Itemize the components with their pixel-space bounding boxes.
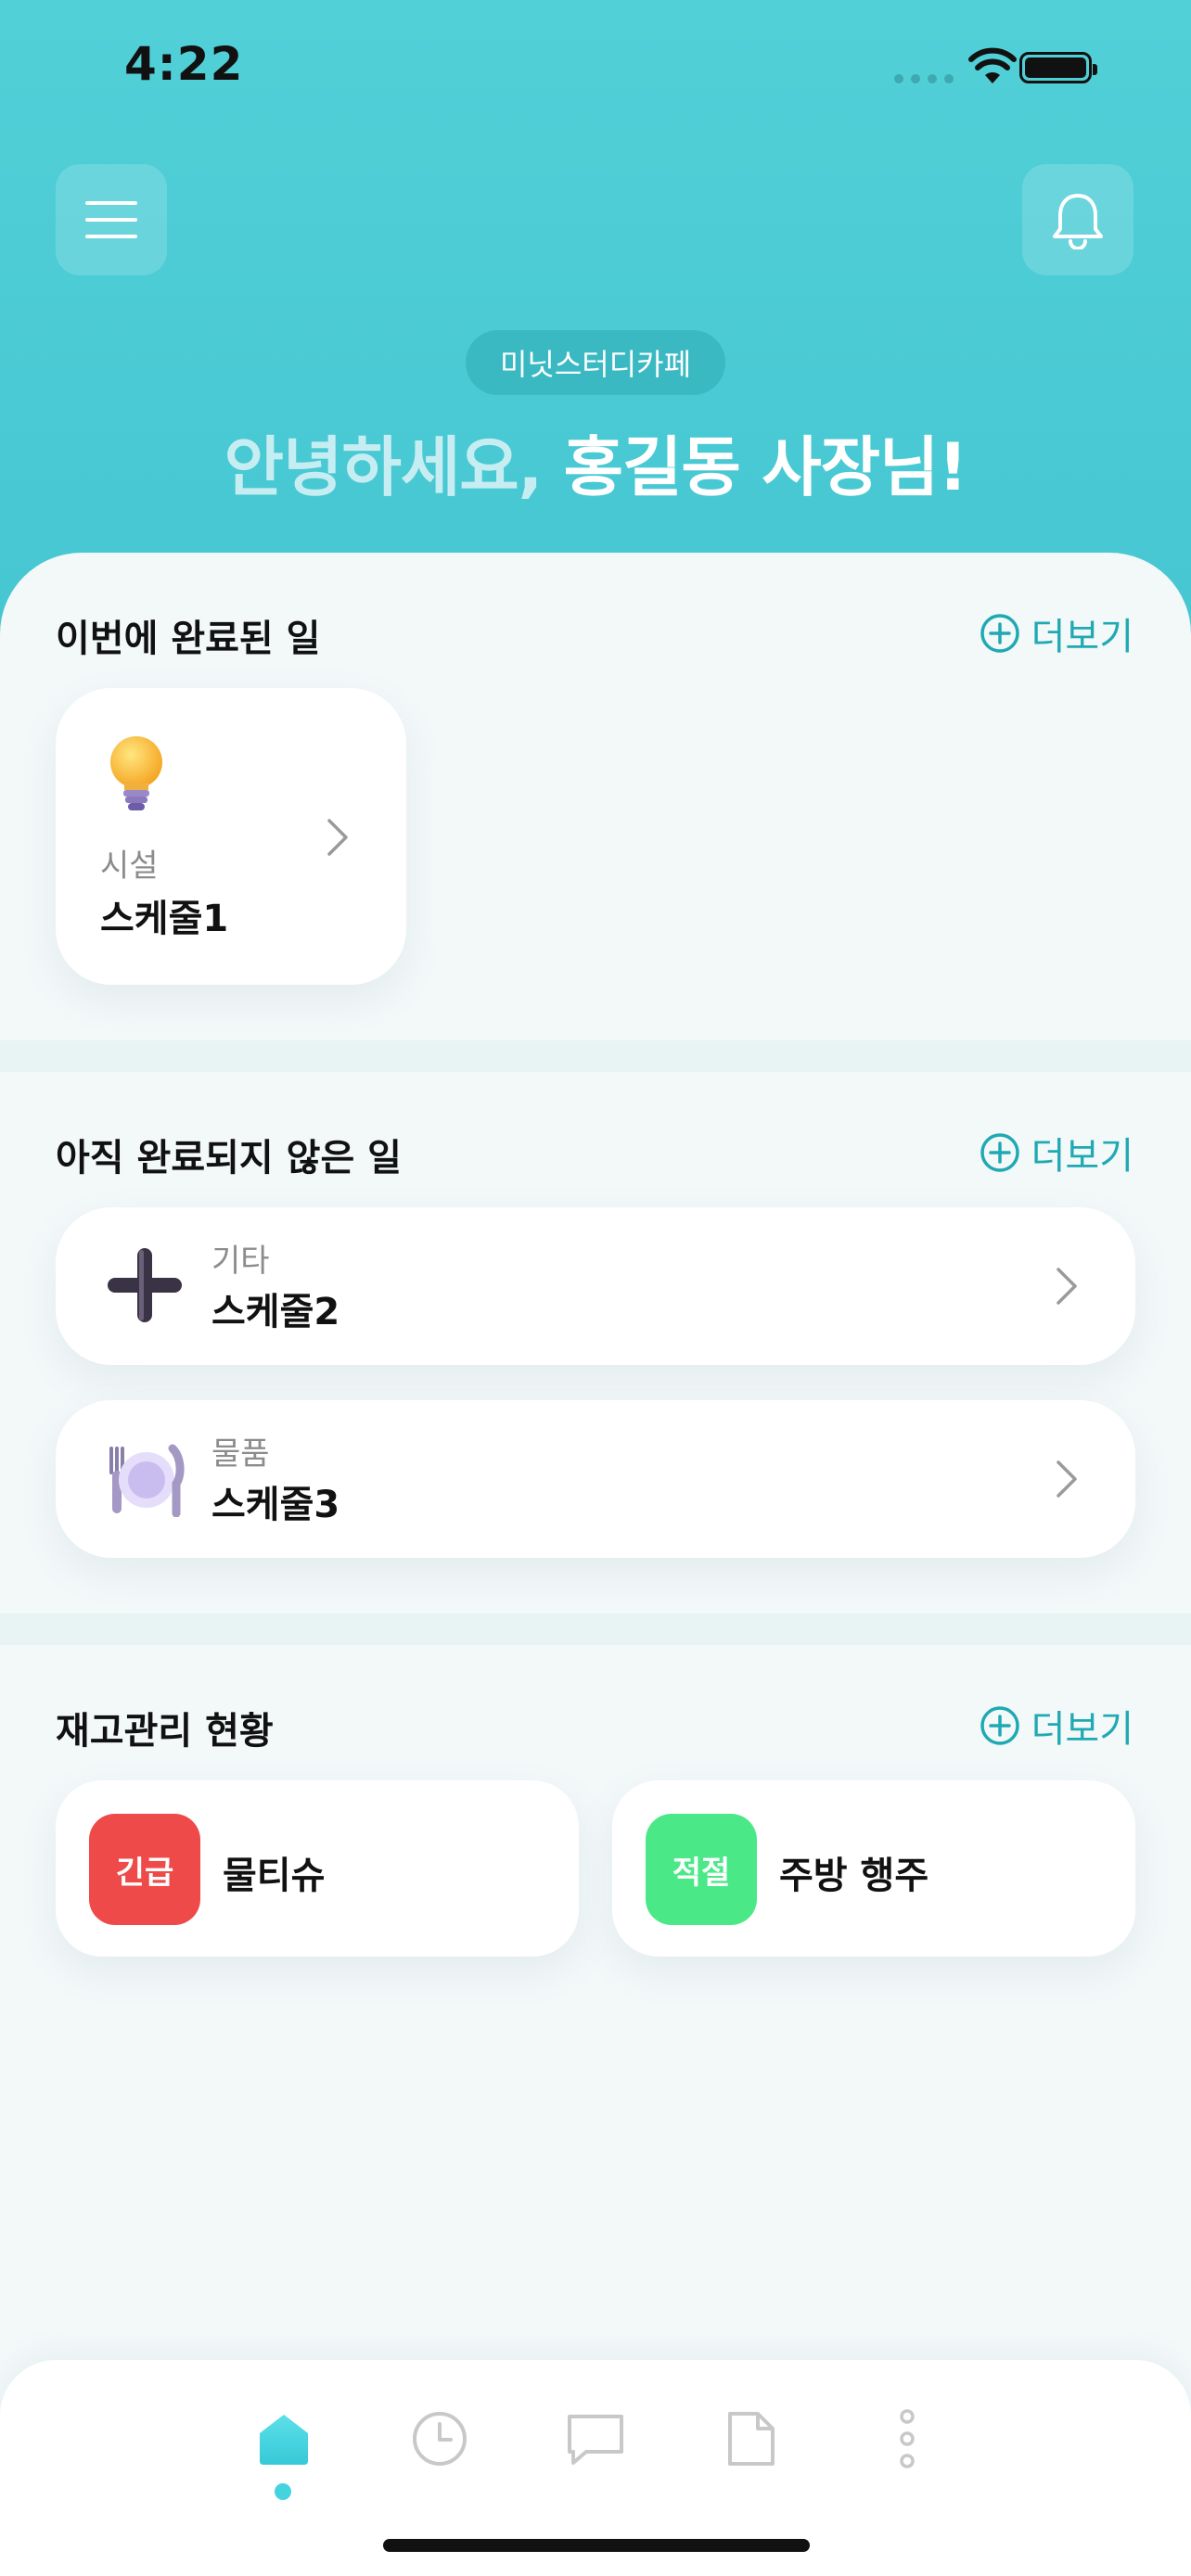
incomplete-task-card[interactable]: 기타 스케줄2	[56, 1207, 1135, 1365]
header: 4:22 미닛스터디카페 안녕하세요, 홍길동 사장님!	[0, 0, 1191, 649]
section-divider	[0, 1040, 1191, 1072]
completed-task-card[interactable]: 시설 스케줄1	[56, 688, 406, 985]
adequate-badge: 적절	[646, 1814, 757, 1925]
home-icon	[260, 2415, 308, 2465]
incomplete-section-title: 아직 완료되지 않은 일	[56, 1137, 402, 1180]
completed-more-button[interactable]: 더보기	[980, 606, 1133, 660]
task-category: 시설	[100, 848, 159, 885]
inventory-more-label: 더보기	[1031, 1708, 1133, 1751]
chat-icon	[568, 2415, 623, 2465]
active-tab-indicator	[275, 2483, 291, 2500]
completed-section-title: 이번에 완료된 일	[56, 618, 321, 660]
task-name: 스케줄1	[100, 898, 229, 940]
plus-circle-icon	[980, 1133, 1019, 1172]
store-name-pill: 미닛스터디카페	[466, 330, 725, 395]
inventory-item-name: 주방 행주	[779, 1855, 929, 1897]
task-name: 스케줄2	[211, 1291, 340, 1333]
section-divider	[0, 1613, 1191, 1645]
inventory-item-card[interactable]: 적절 주방 행주	[612, 1780, 1135, 1957]
wifi-icon	[968, 47, 1017, 83]
incomplete-more-label: 더보기	[1031, 1135, 1133, 1178]
tab-documents[interactable]	[722, 2409, 781, 2468]
signal-icon	[894, 74, 954, 83]
incomplete-task-card[interactable]: 물품 스케줄3	[56, 1400, 1135, 1558]
incomplete-more-button[interactable]: 더보기	[980, 1126, 1133, 1180]
plus-circle-icon	[980, 1706, 1019, 1745]
plus-icon	[108, 1248, 182, 1322]
greeting-owner-name: 홍길동 사장님!	[563, 429, 968, 505]
plate-cutlery-icon	[109, 1444, 185, 1517]
completed-more-label: 더보기	[1031, 616, 1133, 658]
lightbulb-icon	[110, 736, 162, 810]
greeting-title: 안녕하세요, 홍길동 사장님!	[0, 415, 1191, 509]
status-icons	[894, 46, 1117, 87]
status-time: 4:22	[124, 37, 244, 91]
task-category: 물품	[211, 1435, 270, 1473]
inventory-item-name: 물티슈	[223, 1855, 326, 1897]
chevron-right-icon	[1057, 1268, 1077, 1305]
bell-icon	[1053, 194, 1103, 249]
hamburger-icon	[85, 201, 137, 238]
tab-messages[interactable]	[566, 2409, 625, 2468]
document-icon	[728, 2412, 775, 2466]
inventory-item-card[interactable]: 긴급 물티슈	[56, 1780, 579, 1957]
more-vertical-icon	[900, 2409, 915, 2468]
urgent-badge: 긴급	[89, 1814, 200, 1925]
notification-button[interactable]	[1022, 164, 1133, 275]
task-category: 기타	[211, 1243, 270, 1280]
clock-icon	[413, 2412, 467, 2466]
tab-more[interactable]	[877, 2409, 937, 2468]
menu-button[interactable]	[56, 164, 167, 275]
tab-history[interactable]	[410, 2409, 469, 2468]
greeting-prefix: 안녕하세요,	[224, 429, 564, 505]
plus-circle-icon	[980, 614, 1019, 653]
chevron-right-icon	[327, 819, 348, 856]
home-indicator	[383, 2539, 810, 2552]
chevron-right-icon	[1057, 1460, 1077, 1498]
inventory-more-button[interactable]: 더보기	[980, 1699, 1133, 1753]
inventory-section-title: 재고관리 현황	[56, 1710, 274, 1753]
tab-home[interactable]	[254, 2409, 314, 2468]
battery-icon	[1019, 52, 1097, 83]
task-name: 스케줄3	[211, 1484, 340, 1526]
